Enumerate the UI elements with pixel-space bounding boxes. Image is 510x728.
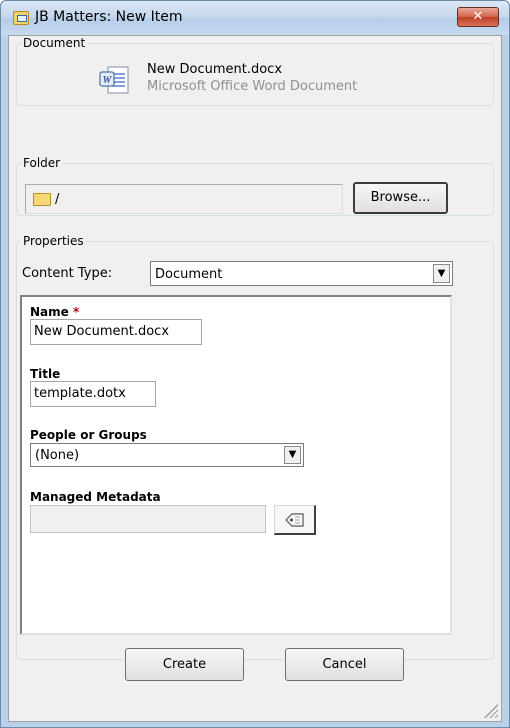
word-document-icon: W	[99, 66, 129, 94]
required-marker: *	[72, 305, 80, 319]
managed-metadata-input[interactable]	[30, 505, 266, 533]
content-type-label: Content Type:	[22, 266, 113, 281]
folder-icon	[33, 193, 51, 206]
properties-section: Properties Content Type: Document ▼ Name…	[16, 234, 494, 660]
folder-path: /	[55, 192, 60, 207]
people-groups-value: (None)	[35, 448, 80, 463]
people-groups-label: People or Groups	[30, 428, 147, 442]
tags-icon[interactable]	[274, 505, 316, 535]
content-type-select[interactable]: Document ▼	[150, 261, 453, 286]
name-label: Name *	[30, 305, 80, 319]
name-input[interactable]: New Document.docx	[30, 319, 202, 345]
managed-metadata-label: Managed Metadata	[30, 490, 161, 504]
chevron-down-icon[interactable]: ▼	[284, 446, 301, 464]
properties-form-panel: Name * New Document.docx Title template.…	[20, 295, 452, 635]
document-section: Document W New Document.docx Microsoft O…	[16, 36, 494, 106]
folder-path-field: /	[25, 184, 343, 214]
cancel-button[interactable]: Cancel	[285, 648, 404, 681]
title-input[interactable]: template.dotx	[30, 381, 156, 407]
people-groups-select[interactable]: (None) ▼	[30, 443, 304, 467]
document-legend: Document	[23, 36, 86, 50]
document-file-type: Microsoft Office Word Document	[147, 79, 358, 94]
resize-grip-icon[interactable]	[484, 704, 498, 718]
dialog-window: JB Matters: New Item ✕ Document W New Do…	[0, 0, 510, 728]
title-bar[interactable]: JB Matters: New Item ✕	[1, 1, 509, 35]
folder-legend: Folder	[23, 156, 61, 170]
svg-text:W: W	[103, 75, 113, 86]
title-label: Title	[30, 367, 61, 381]
dialog-body: Document W New Document.docx Microsoft O…	[8, 35, 502, 722]
close-button[interactable]: ✕	[457, 7, 499, 27]
app-icon	[13, 11, 29, 25]
chevron-down-icon[interactable]: ▼	[433, 264, 450, 283]
create-button[interactable]: Create	[125, 648, 244, 681]
document-file-name: New Document.docx	[147, 62, 283, 77]
properties-legend: Properties	[23, 234, 84, 248]
browse-button[interactable]: Browse...	[353, 182, 448, 214]
folder-section: Folder / Browse...	[16, 156, 494, 216]
content-type-value: Document	[155, 267, 223, 282]
window-title: JB Matters: New Item	[35, 9, 183, 25]
